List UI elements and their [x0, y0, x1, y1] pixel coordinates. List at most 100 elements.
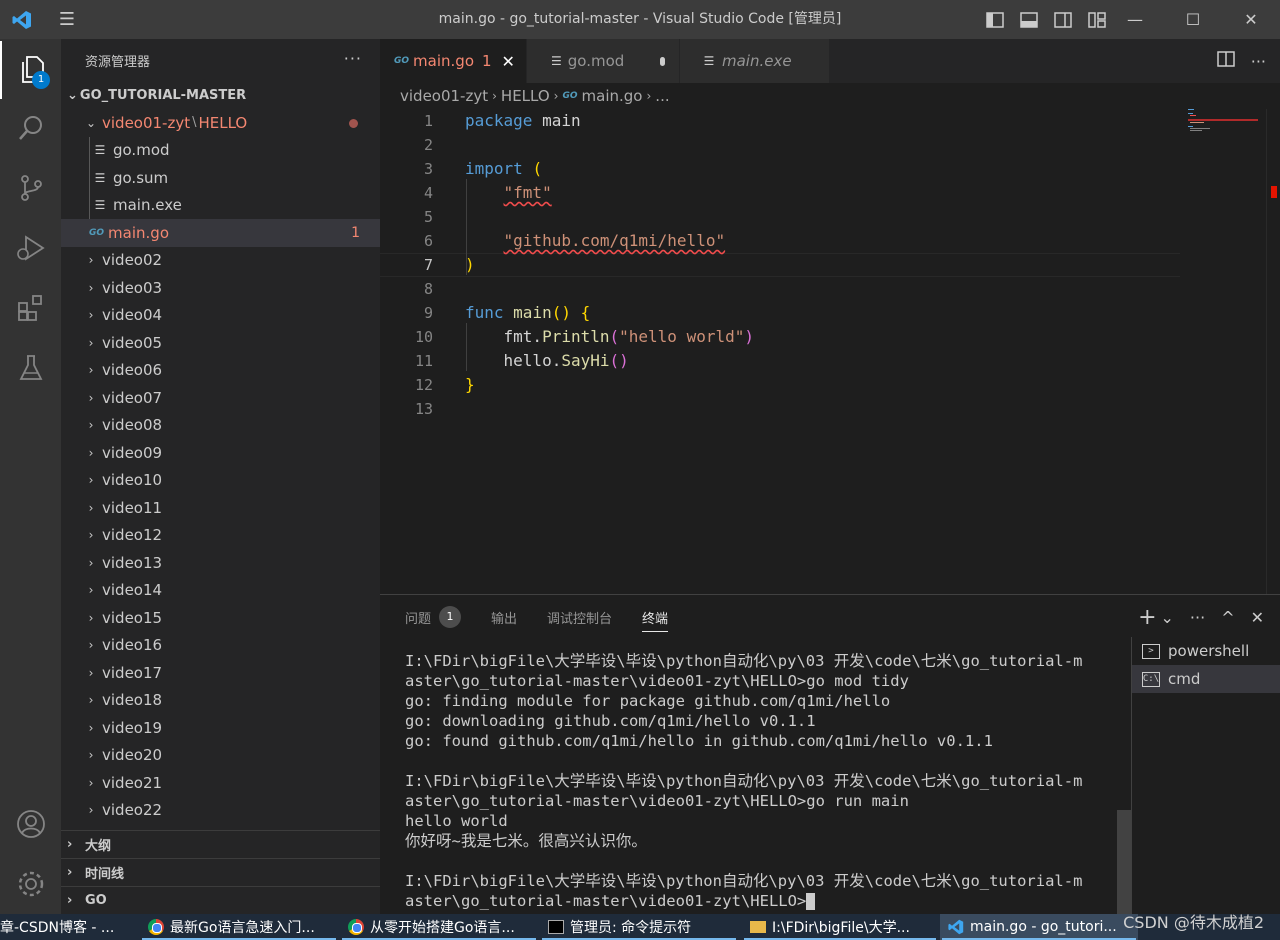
file-label: go.mod: [113, 141, 170, 160]
taskbar-item-explorer[interactable]: I:\FDir\bigFile\大学...: [742, 914, 938, 940]
tree-file-main-go[interactable]: GO main.go 1: [61, 219, 380, 247]
tree-folder[interactable]: › video07: [61, 384, 380, 412]
tree-folder[interactable]: › video12: [61, 522, 380, 550]
chevron-right-icon: ›: [88, 748, 94, 763]
tree-folder[interactable]: › video17: [61, 659, 380, 687]
tree-file-go-sum[interactable]: ☰ go.sum: [61, 164, 380, 192]
tab-problems[interactable]: 问题 1: [405, 595, 462, 639]
accounts-icon[interactable]: [0, 795, 61, 853]
outline-section[interactable]: › 大纲: [61, 830, 380, 858]
toggle-secondary-sidebar-icon[interactable]: [1046, 0, 1080, 39]
explorer-more-actions-button[interactable]: ···: [344, 49, 362, 68]
tree-folder[interactable]: › video20: [61, 742, 380, 770]
terminal-output[interactable]: I:\FDir\bigFile\大学毕设\毕设\python自动化\py\03 …: [405, 651, 1105, 911]
taskbar-item-csdn[interactable]: 章-CSDN博客 - ...: [0, 914, 138, 940]
minimap[interactable]: [1180, 109, 1280, 594]
minimize-button[interactable]: —: [1106, 0, 1164, 39]
tree-folder[interactable]: › video08: [61, 412, 380, 440]
editor-line[interactable]: 7: [380, 253, 1180, 277]
editor-line[interactable]: 5: [380, 205, 1180, 229]
terminal-line: aster\go_tutorial-master\video01-zyt\HEL…: [405, 671, 1105, 691]
terminal-line-text: hello world: [405, 812, 508, 830]
taskbar-item-chrome-2[interactable]: 从零开始搭建Go语言...: [340, 914, 538, 940]
toggle-primary-sidebar-icon[interactable]: [978, 0, 1012, 39]
taskbar-item-vscode[interactable]: main.go - go_tutori...: [940, 914, 1138, 940]
settings-gear-icon[interactable]: [0, 855, 61, 913]
tab-go-mod[interactable]: ☰ go.mod: [527, 39, 680, 83]
terminal-dropdown-icon[interactable]: ⌄: [1161, 608, 1174, 627]
editor-line[interactable]: 2: [380, 133, 1180, 157]
taskbar-item-chrome-1[interactable]: 最新Go语言急速入门...: [140, 914, 338, 940]
tree-folder[interactable]: › video21: [61, 769, 380, 797]
tree-folder-video01-hello[interactable]: ⌄ video01-zyt \ HELLO: [61, 109, 380, 137]
tree-folder[interactable]: › video05: [61, 329, 380, 357]
editor-scrollbar[interactable]: [1266, 109, 1280, 594]
tree-folder[interactable]: › video13: [61, 549, 380, 577]
tree-file-go-mod[interactable]: ☰ go.mod: [61, 137, 380, 165]
tree-folder[interactable]: › video06: [61, 357, 380, 385]
terminal-item-powershell[interactable]: > powershell: [1132, 637, 1280, 665]
maximize-button[interactable]: ☐: [1164, 0, 1222, 39]
search-icon[interactable]: [0, 99, 61, 157]
tree-folder[interactable]: › video10: [61, 467, 380, 495]
tree-folder[interactable]: › video14: [61, 577, 380, 605]
go-section[interactable]: › GO: [61, 886, 380, 914]
tree-folder[interactable]: › video22: [61, 797, 380, 825]
toggle-panel-icon[interactable]: [1012, 0, 1046, 39]
token-paren: (: [609, 327, 620, 346]
testing-flask-icon[interactable]: [0, 339, 61, 397]
file-lines-icon: ☰: [94, 143, 106, 158]
code-line-11: hello.SayHi(): [465, 349, 629, 373]
tree-folder[interactable]: › video03: [61, 274, 380, 302]
vscode-logo-icon[interactable]: [0, 0, 44, 39]
tree-folder[interactable]: › video18: [61, 687, 380, 715]
workspace-root[interactable]: ⌄ GO_TUTORIAL-MASTER: [61, 81, 380, 109]
tab-close-icon[interactable]: ✕: [502, 52, 515, 71]
panel-more-actions-icon[interactable]: ···: [1190, 608, 1205, 627]
hamburger-menu-icon[interactable]: ☰: [44, 0, 90, 39]
line-number: 12: [414, 376, 433, 394]
token-brace: }: [465, 375, 475, 394]
breadcrumb-file[interactable]: main.go: [582, 87, 643, 105]
tab-terminal[interactable]: 终端: [642, 595, 669, 639]
run-debug-icon[interactable]: [0, 219, 61, 277]
close-window-button[interactable]: ✕: [1222, 0, 1280, 39]
taskbar-item-cmd[interactable]: 管理员: 命令提示符: [540, 914, 738, 940]
timeline-section[interactable]: › 时间线: [61, 858, 380, 886]
code-editor[interactable]: 1 2 3 4 5 6 7 8 9 10 11 12 13 package main import ( …: [380, 109, 1280, 594]
terminal-scrollbar-thumb[interactable]: [1117, 810, 1131, 914]
tree-folder[interactable]: › video15: [61, 604, 380, 632]
new-terminal-icon[interactable]: +: [1138, 605, 1156, 630]
code-line-10: fmt.Println("hello world"): [465, 325, 754, 349]
extensions-icon[interactable]: [0, 279, 61, 337]
split-editor-icon[interactable]: [1216, 51, 1235, 71]
tab-output[interactable]: 输出: [491, 595, 517, 639]
close-panel-icon[interactable]: ✕: [1251, 608, 1264, 627]
tree-folder[interactable]: › video19: [61, 714, 380, 742]
tree-folder[interactable]: › video16: [61, 632, 380, 660]
chevron-down-icon: ⌄: [67, 87, 78, 103]
breadcrumb-sub[interactable]: HELLO: [501, 87, 550, 105]
cmd-icon: C:\: [1142, 671, 1160, 687]
tab-main-go[interactable]: GO main.go 1 ✕: [380, 39, 527, 83]
tree-folder[interactable]: › video02: [61, 247, 380, 275]
go-section-label: GO: [85, 893, 107, 908]
tree-file-main-exe[interactable]: ☰ main.exe: [61, 192, 380, 220]
tree-folder[interactable]: › video11: [61, 494, 380, 522]
breadcrumb-folder[interactable]: video01-zyt: [400, 87, 488, 105]
terminal-item-cmd[interactable]: C:\ cmd: [1132, 665, 1280, 693]
tree-folder[interactable]: › video09: [61, 439, 380, 467]
tab-main-exe[interactable]: ☰ main.exe: [680, 39, 830, 83]
unsaved-dot-icon[interactable]: [660, 56, 665, 66]
tab-debug-console[interactable]: 调试控制台: [547, 595, 612, 639]
breadcrumb-ellipsis[interactable]: ...: [655, 87, 669, 105]
editor-more-actions-icon[interactable]: ···: [1251, 52, 1266, 71]
terminal-line: go: found github.com/q1mi/hello in githu…: [405, 731, 1105, 751]
editor-line[interactable]: 13: [380, 397, 1180, 421]
explorer-icon[interactable]: 1: [0, 41, 61, 99]
editor-line[interactable]: 8: [380, 277, 1180, 301]
tree-folder[interactable]: › video04: [61, 302, 380, 330]
maximize-panel-icon[interactable]: ^: [1221, 608, 1234, 627]
editor-line[interactable]: 12: [380, 373, 1180, 397]
source-control-icon[interactable]: [0, 159, 61, 217]
